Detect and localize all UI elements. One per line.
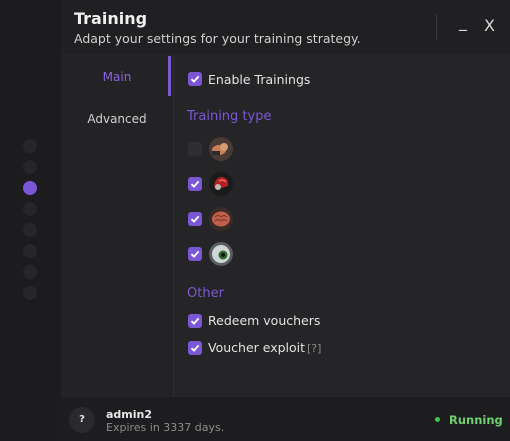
training-brain-checkbox[interactable]	[188, 212, 202, 226]
close-button[interactable]: X	[484, 18, 495, 34]
eye-icon	[209, 242, 233, 266]
rail-dot[interactable]	[23, 202, 37, 216]
training-eye-checkbox[interactable]	[188, 247, 202, 261]
nav-item-main[interactable]: Main	[61, 70, 173, 84]
redeem-vouchers-checkbox[interactable]	[188, 314, 202, 328]
header-divider	[436, 14, 437, 40]
rail-dot[interactable]	[23, 244, 37, 258]
rail-dot[interactable]	[23, 160, 37, 174]
footer: ? admin2 Expires in 3337 days. Running	[61, 397, 510, 441]
voucher-exploit-checkbox[interactable]	[188, 341, 202, 355]
page-subtitle: Adapt your settings for your training st…	[74, 31, 361, 46]
check-icon	[190, 75, 200, 83]
nav-item-advanced[interactable]: Advanced	[61, 112, 173, 126]
status-indicator-icon	[435, 417, 440, 422]
training-helmet-checkbox[interactable]	[188, 177, 202, 191]
rail-dot[interactable]	[23, 265, 37, 279]
help-button[interactable]: ?	[69, 407, 95, 433]
training-strength-checkbox[interactable]	[188, 142, 202, 156]
nav-divider	[173, 54, 174, 397]
voucher-exploit-help[interactable]: [?]	[307, 342, 321, 355]
training-type-heading: Training type	[187, 109, 272, 124]
training-panel: Training Adapt your settings for your tr…	[61, 0, 510, 441]
redeem-vouchers-label: Redeem vouchers	[208, 313, 321, 328]
other-heading: Other	[187, 286, 224, 301]
enable-trainings-label: Enable Trainings	[208, 72, 311, 87]
username: admin2	[106, 408, 153, 421]
main-settings: Enable Trainings Training type Other Red…	[187, 54, 497, 397]
brain-icon	[209, 207, 233, 231]
status-text: Running	[449, 413, 503, 427]
strength-arm-icon	[209, 137, 233, 161]
rail-dot[interactable]	[23, 223, 37, 237]
minimize-button[interactable]: _	[459, 14, 467, 30]
settings-nav: Main Advanced	[61, 54, 173, 397]
helmet-icon	[209, 172, 233, 196]
rail-dot-active[interactable]	[23, 181, 37, 195]
voucher-exploit-label: Voucher exploit	[208, 340, 306, 355]
license-expiry: Expires in 3337 days.	[106, 421, 225, 434]
enable-trainings-checkbox[interactable]	[188, 72, 202, 86]
rail-dot[interactable]	[23, 139, 37, 153]
page-title: Training	[74, 9, 148, 28]
rail-dot[interactable]	[23, 286, 37, 300]
left-rail	[0, 0, 61, 441]
panel-header: Training Adapt your settings for your tr…	[61, 0, 510, 54]
